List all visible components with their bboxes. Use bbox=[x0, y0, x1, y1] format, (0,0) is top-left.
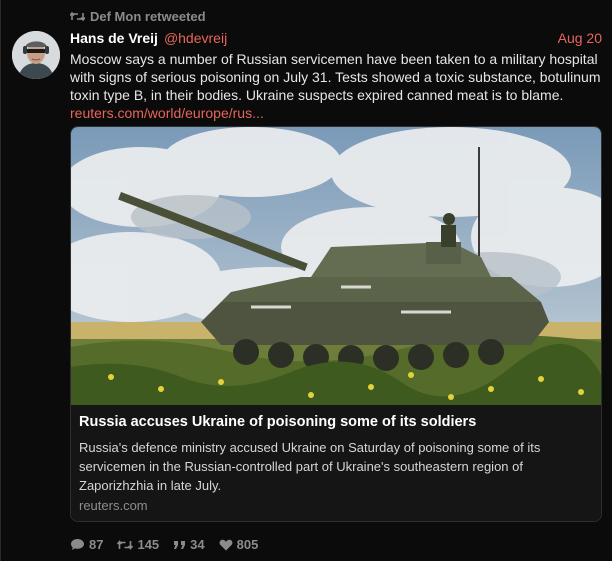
quote-count: 34 bbox=[190, 537, 205, 552]
tweet-text: Moscow says a number of Russian servicem… bbox=[70, 50, 602, 122]
reply-count: 87 bbox=[89, 537, 104, 552]
tweet-header: Hans de Vreij @hdevreij Aug 20 bbox=[70, 30, 602, 48]
tweet-link[interactable]: reuters.com/world/europe/rus... bbox=[70, 105, 264, 121]
card-description: Russia's defence ministry accused Ukrain… bbox=[79, 440, 541, 493]
tweet[interactable]: Def Mon retweeted Hans de Vreij @hdevrei… bbox=[0, 0, 612, 561]
heart-icon bbox=[219, 539, 233, 551]
tweet-body: Moscow says a number of Russian servicem… bbox=[70, 51, 601, 103]
card-image[interactable] bbox=[71, 127, 601, 405]
reply-icon bbox=[70, 538, 85, 551]
retweet-action[interactable]: 145 bbox=[117, 537, 159, 552]
reply-action[interactable]: 87 bbox=[70, 537, 103, 552]
tweet-date[interactable]: Aug 20 bbox=[558, 30, 602, 46]
retweet-label: Def Mon retweeted bbox=[90, 9, 206, 24]
retweet-count: 145 bbox=[137, 537, 160, 552]
like-action[interactable]: 805 bbox=[219, 537, 259, 552]
link-card[interactable]: Russia accuses Ukraine of poisoning some… bbox=[70, 126, 602, 522]
retweet-indicator: Def Mon retweeted bbox=[70, 9, 206, 24]
like-count: 805 bbox=[236, 537, 259, 552]
retweet-icon bbox=[117, 539, 134, 551]
author-name[interactable]: Hans de Vreij bbox=[70, 30, 158, 46]
card-domain: reuters.com bbox=[79, 498, 148, 513]
quote-icon bbox=[173, 540, 186, 550]
tweet-actions: 87 145 34 805 bbox=[70, 537, 258, 552]
card-body[interactable]: Russia accuses Ukraine of poisoning some… bbox=[71, 405, 601, 521]
avatar[interactable] bbox=[12, 31, 60, 79]
card-title[interactable]: Russia accuses Ukraine of poisoning some… bbox=[79, 414, 476, 430]
quote-action[interactable]: 34 bbox=[173, 537, 205, 552]
retweet-icon bbox=[70, 11, 85, 22]
author-handle[interactable]: @hdevreij bbox=[164, 30, 227, 46]
